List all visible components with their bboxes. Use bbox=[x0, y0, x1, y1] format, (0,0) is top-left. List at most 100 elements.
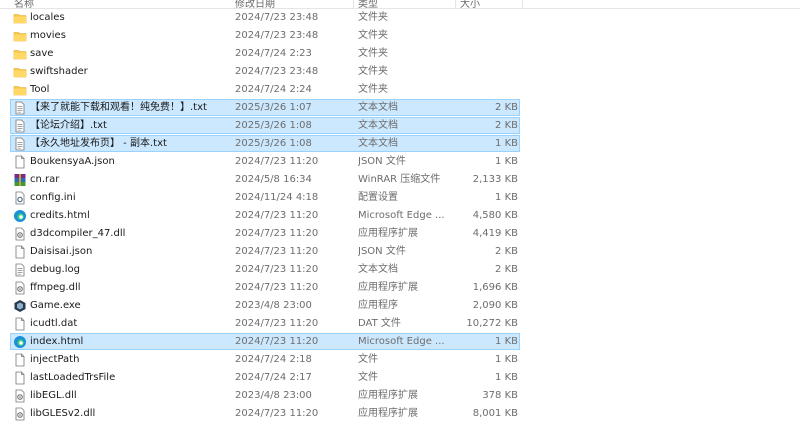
settings-file-icon bbox=[13, 191, 27, 205]
file-date: 2024/7/23 11:20 bbox=[235, 336, 319, 347]
column-date-header[interactable]: 修改日期 bbox=[235, 0, 275, 8]
folder-icon bbox=[13, 83, 27, 97]
file-size: 1 KB bbox=[495, 138, 518, 149]
text-file-icon bbox=[13, 119, 27, 133]
text-file-icon bbox=[13, 137, 27, 151]
file-size: 2 KB bbox=[495, 264, 518, 275]
file-name: save bbox=[30, 48, 54, 59]
file-icon bbox=[13, 155, 27, 169]
file-row[interactable]: libGLESv2.dll 2024/7/23 11:20 应用程序扩展 8,001 … bbox=[0, 405, 800, 423]
file-row[interactable]: 【论坛介绍】.txt 2025/3/26 1:08 文本文档 2 KB bbox=[0, 117, 800, 135]
file-type: 文件夹 bbox=[358, 48, 388, 59]
file-size: 2 KB bbox=[495, 246, 518, 257]
file-name: Game.exe bbox=[30, 300, 81, 311]
file-type: 文件夹 bbox=[358, 30, 388, 41]
file-row[interactable]: save 2024/7/24 2:23 文件夹 bbox=[0, 45, 800, 63]
file-size: 1 KB bbox=[495, 336, 518, 347]
file-name: libEGL.dll bbox=[30, 390, 77, 401]
file-date: 2024/7/23 23:48 bbox=[235, 12, 319, 23]
file-size: 2,133 KB bbox=[472, 174, 518, 185]
file-row[interactable]: Daisisai.json 2024/7/23 11:20 JSON 文件 2 KB bbox=[0, 243, 800, 261]
file-icon bbox=[13, 353, 27, 367]
column-size-header[interactable]: 大小 bbox=[460, 0, 480, 8]
file-date: 2025/3/26 1:08 bbox=[235, 138, 312, 149]
file-row[interactable]: locales 2024/7/23 23:48 文件夹 bbox=[0, 9, 800, 27]
file-size: 8,001 KB bbox=[472, 408, 518, 419]
file-name: movies bbox=[30, 30, 66, 41]
file-type: 文件夹 bbox=[358, 66, 388, 77]
file-name: swiftshader bbox=[30, 66, 88, 77]
file-icon bbox=[13, 317, 27, 331]
column-type-header[interactable]: 类型 bbox=[358, 0, 378, 8]
file-date: 2024/7/23 11:20 bbox=[235, 156, 319, 167]
file-type: 文件夹 bbox=[358, 84, 388, 95]
text-file-icon bbox=[13, 263, 27, 277]
file-date: 2024/7/23 11:20 bbox=[235, 228, 319, 239]
file-name: lastLoadedTrsFile bbox=[30, 372, 116, 383]
file-date: 2024/7/23 11:20 bbox=[235, 282, 319, 293]
column-divider[interactable] bbox=[455, 0, 456, 8]
column-header: 名称 修改日期 类型 大小 bbox=[0, 0, 800, 9]
file-size: 10,272 KB bbox=[466, 318, 518, 329]
dll-icon bbox=[13, 281, 27, 295]
file-row[interactable]: debug.log 2024/7/23 11:20 文本文档 2 KB bbox=[0, 261, 800, 279]
file-size: 4,580 KB bbox=[472, 210, 518, 221]
folder-icon bbox=[13, 47, 27, 61]
file-name: cn.rar bbox=[30, 174, 60, 185]
file-type: 文件夹 bbox=[358, 12, 388, 23]
dll-icon bbox=[13, 389, 27, 403]
column-name-header[interactable]: 名称 bbox=[14, 0, 34, 8]
file-icon bbox=[13, 245, 27, 259]
file-row[interactable]: movies 2024/7/23 23:48 文件夹 bbox=[0, 27, 800, 45]
dll-icon bbox=[13, 407, 27, 421]
file-name: 【来了就能下载和观看！纯免费！】.txt bbox=[30, 102, 207, 113]
file-row[interactable]: 【来了就能下载和观看！纯免费！】.txt 2025/3/26 1:07 文本文档 2 … bbox=[0, 99, 800, 117]
text-file-icon bbox=[13, 101, 27, 115]
file-row[interactable]: d3dcompiler_47.dll 2024/7/23 11:20 应用程序扩展 4… bbox=[0, 225, 800, 243]
file-name: Daisisai.json bbox=[30, 246, 93, 257]
file-size: 1,696 KB bbox=[472, 282, 518, 293]
file-name: credits.html bbox=[30, 210, 90, 221]
file-row[interactable]: index.html 2024/7/23 11:20 Microsoft Edge … bbox=[0, 333, 800, 351]
file-date: 2023/4/8 23:00 bbox=[235, 390, 312, 401]
file-date: 2024/5/8 16:34 bbox=[235, 174, 312, 185]
file-name: injectPath bbox=[30, 354, 80, 365]
file-date: 2024/7/23 11:20 bbox=[235, 318, 319, 329]
folder-icon bbox=[13, 29, 27, 43]
winrar-icon bbox=[13, 173, 27, 187]
file-row[interactable]: Tool 2024/7/24 2:24 文件夹 bbox=[0, 81, 800, 99]
file-date: 2024/7/24 2:24 bbox=[235, 84, 312, 95]
file-row[interactable]: 【永久地址发布页】 - 副本.txt 2025/3/26 1:08 文本文档 1 KB bbox=[0, 135, 800, 153]
file-row[interactable]: ffmpeg.dll 2024/7/23 11:20 应用程序扩展 1,696 KB bbox=[0, 279, 800, 297]
file-date: 2024/7/24 2:23 bbox=[235, 48, 312, 59]
file-row[interactable]: swiftshader 2024/7/23 23:48 文件夹 bbox=[0, 63, 800, 81]
file-date: 2024/7/23 11:20 bbox=[235, 264, 319, 275]
file-row[interactable]: injectPath 2024/7/24 2:18 文件 1 KB bbox=[0, 351, 800, 369]
file-size: 2 KB bbox=[495, 120, 518, 131]
file-date: 2024/7/23 23:48 bbox=[235, 30, 319, 41]
file-size: 1 KB bbox=[495, 354, 518, 365]
file-date: 2023/4/8 23:00 bbox=[235, 300, 312, 311]
file-size: 378 KB bbox=[482, 390, 518, 401]
file-size: 1 KB bbox=[495, 372, 518, 383]
edge-icon bbox=[13, 209, 27, 223]
file-row[interactable]: config.ini 2024/11/24 4:18 配置设置 1 KB bbox=[0, 189, 800, 207]
file-row[interactable]: credits.html 2024/7/23 11:20 Microsoft Edg… bbox=[0, 207, 800, 225]
file-row[interactable]: BoukensyaA.json 2024/7/23 11:20 JSON 文件 1 K… bbox=[0, 153, 800, 171]
file-date: 2024/7/24 2:17 bbox=[235, 372, 312, 383]
file-row[interactable]: lastLoadedTrsFile 2024/7/24 2:17 文件 1 KB bbox=[0, 369, 800, 387]
file-date: 2025/3/26 1:08 bbox=[235, 120, 312, 131]
file-row[interactable]: libEGL.dll 2023/4/8 23:00 应用程序扩展 378 KB bbox=[0, 387, 800, 405]
column-divider[interactable] bbox=[353, 0, 354, 8]
column-divider[interactable] bbox=[522, 0, 523, 8]
file-row[interactable]: cn.rar 2024/5/8 16:34 WinRAR 压缩文件 2,133 KB bbox=[0, 171, 800, 189]
file-name: BoukensyaA.json bbox=[30, 156, 115, 167]
file-row[interactable]: icudtl.dat 2024/7/23 11:20 DAT 文件 10,272 KB bbox=[0, 315, 800, 333]
file-name: libGLESv2.dll bbox=[30, 408, 96, 419]
file-date: 2024/11/24 4:18 bbox=[235, 192, 319, 203]
edge-icon bbox=[13, 335, 27, 349]
file-name: icudtl.dat bbox=[30, 318, 78, 329]
file-name: debug.log bbox=[30, 264, 80, 275]
file-row[interactable]: Game.exe 2023/4/8 23:00 应用程序 2,090 KB bbox=[0, 297, 800, 315]
file-size: 2 KB bbox=[495, 102, 518, 113]
